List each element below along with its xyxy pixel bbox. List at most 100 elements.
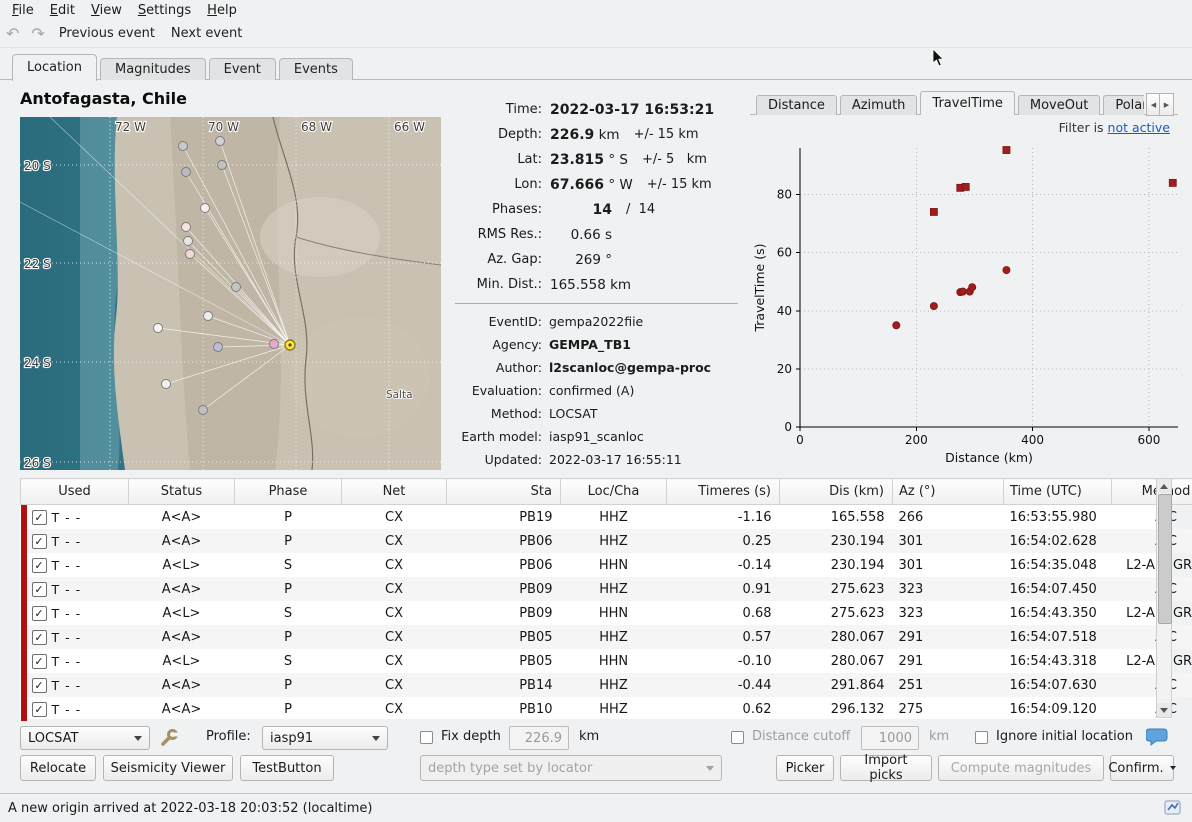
table-row[interactable]: ✓T - -A<A>PCXPB10HHZ0.62296.13227516:54:… [21, 697, 1192, 721]
table-row[interactable]: ✓T - -A<A>PCXPB09HHZ0.91275.62332316:54:… [21, 577, 1192, 601]
menu-edit[interactable]: Edit [42, 2, 83, 19]
menu-help[interactable]: Help [199, 2, 245, 19]
seismicity-viewer-button[interactable]: Seismicity Viewer [103, 755, 233, 781]
test-button[interactable]: TestButton [240, 755, 334, 781]
chart-point[interactable] [959, 288, 966, 295]
tab-scroll-right-button[interactable]: ▶ [1159, 93, 1174, 116]
map-station[interactable] [270, 340, 279, 349]
plot-tab-polar[interactable]: Polar [1103, 95, 1144, 115]
cell-cha: HHZ [561, 505, 667, 530]
column-header-time-utc[interactable]: Time (UTC) [1004, 479, 1112, 505]
forward-arrow-icon[interactable]: ↷ [25, 23, 50, 45]
tab-magnitudes[interactable]: Magnitudes [100, 58, 206, 80]
menu-file[interactable]: File [4, 2, 42, 19]
tab-events[interactable]: Events [279, 58, 353, 80]
chart-point[interactable] [893, 322, 900, 329]
tab-event[interactable]: Event [209, 58, 276, 80]
compute-magnitudes-button[interactable]: Compute magnitudes [938, 755, 1104, 781]
cell-method: AIC [1112, 577, 1192, 601]
column-header-dis-km[interactable]: Dis (km) [780, 479, 893, 505]
map-station[interactable] [214, 343, 223, 352]
locator-select[interactable]: LOCSAT [20, 726, 150, 750]
distance-cutoff-checkbox[interactable] [731, 731, 744, 744]
table-row[interactable]: ✓T - -A<A>PCXPB06HHZ0.25230.19430116:54:… [21, 529, 1192, 553]
cell-az: 266 [893, 505, 1004, 530]
table-row[interactable]: ✓T - -A<L>SCXPB09HHN0.68275.62332316:54:… [21, 601, 1192, 625]
menu-view[interactable]: View [83, 2, 130, 19]
chart-point[interactable] [930, 303, 937, 310]
chart-point[interactable] [1003, 266, 1010, 273]
chart-point[interactable] [962, 183, 969, 190]
scroll-up-button[interactable] [1157, 479, 1171, 493]
column-header-net[interactable]: Net [342, 479, 447, 505]
back-arrow-icon[interactable]: ↶ [0, 23, 25, 45]
column-header-phase[interactable]: Phase [235, 479, 342, 505]
depth-type-select[interactable]: depth type set by locator [420, 755, 722, 781]
map-station[interactable] [182, 168, 191, 177]
column-header-timeres-s[interactable]: Timeres (s) [667, 479, 780, 505]
column-header-method[interactable]: Method [1112, 479, 1192, 505]
picker-button[interactable]: Picker [776, 755, 834, 781]
map-station[interactable] [232, 283, 241, 292]
used-checkbox[interactable]: ✓ [32, 558, 47, 573]
depth-input[interactable] [509, 726, 569, 750]
column-header-loc-cha[interactable]: Loc/Cha [561, 479, 667, 505]
plot-tab-traveltime[interactable]: TravelTime [920, 91, 1014, 115]
chart-point[interactable] [1169, 179, 1176, 186]
column-header-used[interactable]: Used [21, 479, 129, 505]
fix-depth-checkbox[interactable] [420, 731, 433, 744]
used-checkbox[interactable]: ✓ [32, 534, 47, 549]
chart-point[interactable] [930, 208, 937, 215]
map-station[interactable] [154, 324, 163, 333]
scrollbar-thumb[interactable] [1158, 494, 1172, 624]
import-picks-button[interactable]: Import picks [840, 755, 932, 781]
table-row[interactable]: ✓T - -A<A>PCXPB19HHZ-1.16165.55826616:53… [21, 505, 1192, 530]
map-station[interactable] [179, 142, 188, 151]
map-station[interactable] [199, 406, 208, 415]
tab-location[interactable]: Location [12, 54, 97, 81]
table-row[interactable]: ✓T - -A<A>PCXPB14HHZ-0.44291.86425116:54… [21, 673, 1192, 697]
chart-point[interactable] [1003, 147, 1010, 154]
map-station[interactable] [182, 223, 191, 232]
confirm-button[interactable]: Confirm. [1110, 755, 1174, 781]
ignore-initial-location-checkbox[interactable] [975, 731, 988, 744]
plot-tab-azimuth[interactable]: Azimuth [840, 95, 918, 115]
map-station[interactable] [186, 250, 195, 259]
used-checkbox[interactable]: ✓ [32, 606, 47, 621]
scroll-down-button[interactable] [1157, 703, 1171, 717]
plot-tab-moveout[interactable]: MoveOut [1018, 95, 1100, 115]
column-header-sta[interactable]: Sta [447, 479, 561, 505]
used-checkbox[interactable]: ✓ [32, 654, 47, 669]
used-checkbox[interactable]: ✓ [32, 582, 47, 597]
relocate-button[interactable]: Relocate [20, 755, 96, 781]
map-station[interactable] [162, 380, 171, 389]
column-header-status[interactable]: Status [129, 479, 235, 505]
location-map[interactable]: 72 W70 W68 W66 W20 S22 S24 S26 SSalta [20, 117, 441, 470]
used-checkbox[interactable]: ✓ [32, 630, 47, 645]
previous-event-button[interactable]: Previous event [51, 23, 163, 44]
used-checkbox[interactable]: ✓ [32, 678, 47, 693]
menu-settings[interactable]: Settings [130, 2, 199, 19]
chart-point[interactable] [969, 284, 976, 291]
used-checkbox[interactable]: ✓ [32, 702, 47, 717]
table-row[interactable]: ✓T - -A<L>SCXPB06HHN-0.14230.19430116:54… [21, 553, 1192, 577]
map-station[interactable] [218, 161, 227, 170]
map-station[interactable] [204, 312, 213, 321]
map-station[interactable] [216, 137, 225, 146]
table-row[interactable]: ✓T - -A<L>SCXPB05HHN-0.10280.06729116:54… [21, 649, 1192, 673]
column-header-az[interactable]: Az (°) [893, 479, 1004, 505]
table-row[interactable]: ✓T - -A<A>PCXPB05HHZ0.57280.06729116:54:… [21, 625, 1192, 649]
locator-settings-wrench-icon[interactable] [158, 727, 180, 749]
plot-tab-distance[interactable]: Distance [756, 95, 837, 115]
profile-select[interactable]: iasp91 [262, 726, 388, 750]
used-checkbox[interactable]: ✓ [32, 510, 47, 525]
y-tick-label: 40 [777, 304, 792, 318]
distance-cutoff-input[interactable] [861, 726, 919, 750]
filter-not-active-link[interactable]: not active [1108, 120, 1170, 135]
origin-notification-icon[interactable] [1164, 799, 1182, 817]
next-event-button[interactable]: Next event [163, 23, 250, 44]
table-scrollbar[interactable] [1156, 478, 1172, 718]
map-station[interactable] [201, 204, 210, 213]
map-station[interactable] [184, 237, 193, 246]
comment-bubble-icon[interactable] [1146, 726, 1170, 749]
